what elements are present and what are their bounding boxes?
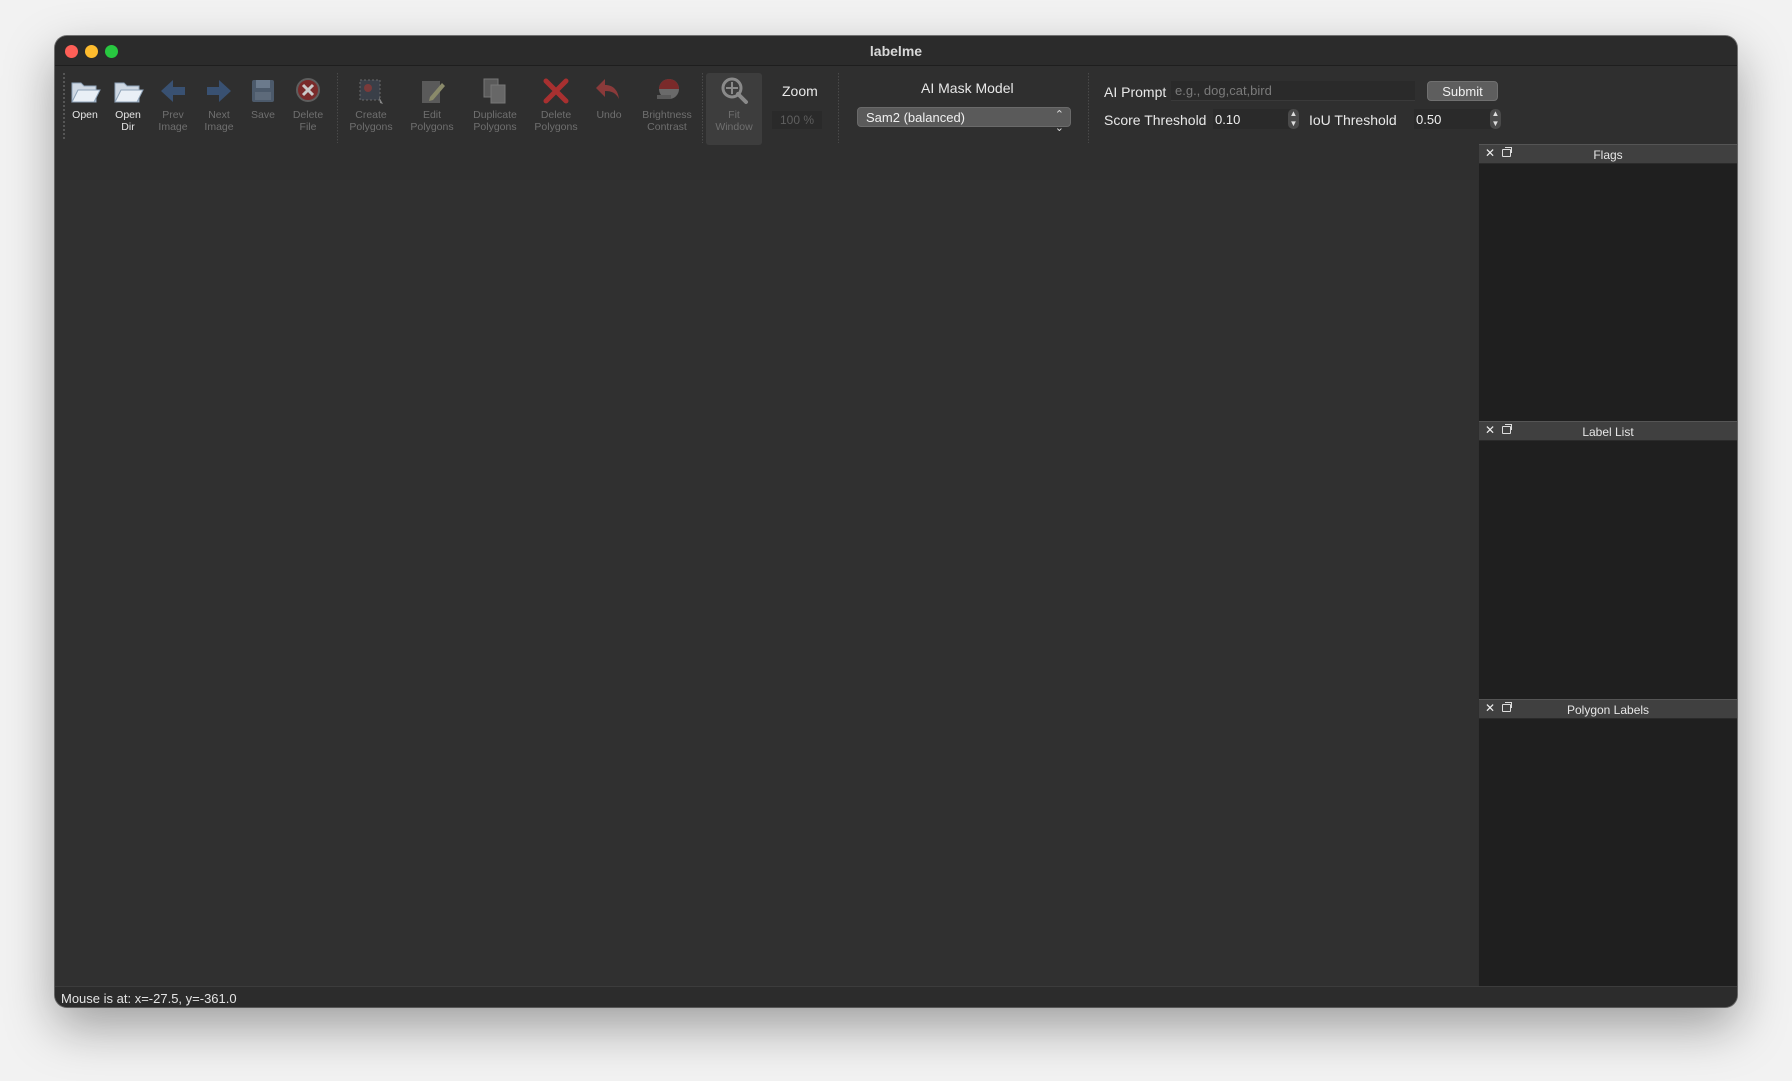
image-canvas[interactable] [55, 180, 1478, 986]
edit-polygons-label-2: Polygons [410, 121, 454, 133]
duplicate-polygons-button[interactable]: Duplicate Polygons [465, 73, 525, 143]
app-window: labelme Open Open Dir Prev Image Next Im… [55, 36, 1737, 1007]
brightness-label-1: Brightness [642, 109, 692, 121]
chevron-updown-icon: ⌃ ⌄ [1054, 109, 1064, 134]
flags-dock-title: Flags [1593, 148, 1623, 162]
fit-window-label-2: Window [715, 121, 753, 133]
save-icon [252, 80, 274, 102]
save-button[interactable]: Save [239, 73, 287, 143]
prev-image-button[interactable]: Prev Image [149, 73, 197, 143]
next-label-1: Next [208, 109, 230, 121]
fit-window-label-1: Fit [728, 109, 740, 121]
undo-button[interactable]: Undo [587, 73, 631, 143]
zoom-label: Zoom [782, 83, 818, 99]
prev-label-2: Image [158, 121, 188, 133]
save-label: Save [251, 109, 275, 121]
fit-window-icon [721, 77, 748, 104]
delete-circle-icon [296, 78, 320, 102]
flags-dock-header: ✕ Flags [1479, 144, 1737, 164]
submit-button[interactable]: Submit [1427, 81, 1498, 101]
toolbar-separator [337, 73, 338, 143]
iou-threshold-input[interactable]: 0.50 [1414, 109, 1496, 129]
duplicate-label-1: Duplicate [473, 109, 517, 121]
polygon-labels-dock: ✕ Polygon Labels [1479, 699, 1737, 986]
ai-mask-model-label: AI Mask Model [921, 80, 1014, 96]
ai-mask-model-value: Sam2 (balanced) [866, 110, 965, 125]
open-label: Open [72, 109, 98, 121]
arrow-right-icon [207, 80, 231, 102]
score-threshold-stepper[interactable]: ▲ ▼ [1288, 109, 1299, 129]
create-polygon-icon [359, 79, 383, 104]
next-label-2: Image [204, 121, 234, 133]
prev-label-1: Prev [162, 109, 184, 121]
delete-x-icon [543, 78, 569, 104]
polygon-labels-dock-title: Polygon Labels [1566, 703, 1650, 717]
flags-dock: ✕ Flags [1479, 144, 1737, 421]
open-dir-label-1: Open [115, 109, 141, 121]
open-dir-button[interactable]: Open Dir [104, 73, 152, 143]
ai-prompt-input[interactable] [1171, 81, 1415, 101]
label-list-dock: ✕ Label List [1479, 421, 1737, 699]
fit-window-button[interactable]: Fit Window [706, 73, 762, 145]
mouse-position-text: Mouse is at: x=-27.5, y=-361.0 [61, 991, 237, 1006]
delete-file-label-1: Delete [292, 109, 324, 121]
duplicate-icon [483, 78, 506, 104]
score-threshold-input[interactable]: 0.10 [1213, 109, 1295, 129]
edit-polygons-button[interactable]: Edit Polygons [406, 73, 458, 143]
duplicate-label-2: Polygons [473, 121, 517, 133]
iou-threshold-stepper[interactable]: ▲ ▼ [1490, 109, 1501, 129]
toolbar-separator [702, 73, 703, 143]
delete-polygons-label-1: Delete [540, 109, 572, 121]
undo-label: Undo [596, 109, 622, 121]
arrow-left-icon [161, 80, 185, 102]
iou-threshold-label: IoU Threshold [1309, 112, 1397, 128]
label-list-dock-header: ✕ Label List [1479, 421, 1737, 441]
open-button[interactable]: Open [61, 73, 109, 143]
edit-polygons-label-1: Edit [422, 109, 442, 121]
brightness-contrast-button[interactable]: Brightness Contrast [635, 73, 699, 143]
ai-mask-model-select[interactable]: Sam2 (balanced) ⌃ ⌄ [857, 107, 1071, 134]
toolbar-separator [838, 73, 839, 143]
create-polygons-label-2: Polygons [349, 121, 393, 133]
undo-icon [596, 79, 619, 99]
brightness-label-2: Contrast [647, 121, 687, 133]
create-polygons-button[interactable]: Create Polygons [345, 73, 397, 143]
create-polygons-label-1: Create [355, 109, 387, 121]
brightness-icon [657, 79, 679, 99]
window-title: labelme [869, 43, 923, 59]
score-threshold-label: Score Threshold [1104, 112, 1207, 128]
status-bar: Mouse is at: x=-27.5, y=-361.0 [55, 986, 1737, 1007]
toolbar-separator [1088, 73, 1089, 143]
zoom-input[interactable] [772, 111, 822, 129]
delete-file-button[interactable]: Delete File [284, 73, 332, 143]
title-bar: labelme [55, 36, 1737, 66]
polygon-labels-dock-header: ✕ Polygon Labels [1479, 699, 1737, 719]
delete-polygons-button[interactable]: Delete Polygons [530, 73, 582, 143]
delete-file-label-2: File [299, 121, 317, 133]
open-dir-label-2: Dir [121, 121, 135, 133]
ai-prompt-label: AI Prompt [1104, 84, 1167, 100]
folder-dir-icon [114, 82, 144, 103]
folder-open-icon [71, 82, 101, 103]
next-image-button[interactable]: Next Image [195, 73, 243, 143]
delete-polygons-label-2: Polygons [534, 121, 578, 133]
label-list-dock-title: Label List [1582, 425, 1634, 439]
edit-icon [422, 81, 445, 103]
